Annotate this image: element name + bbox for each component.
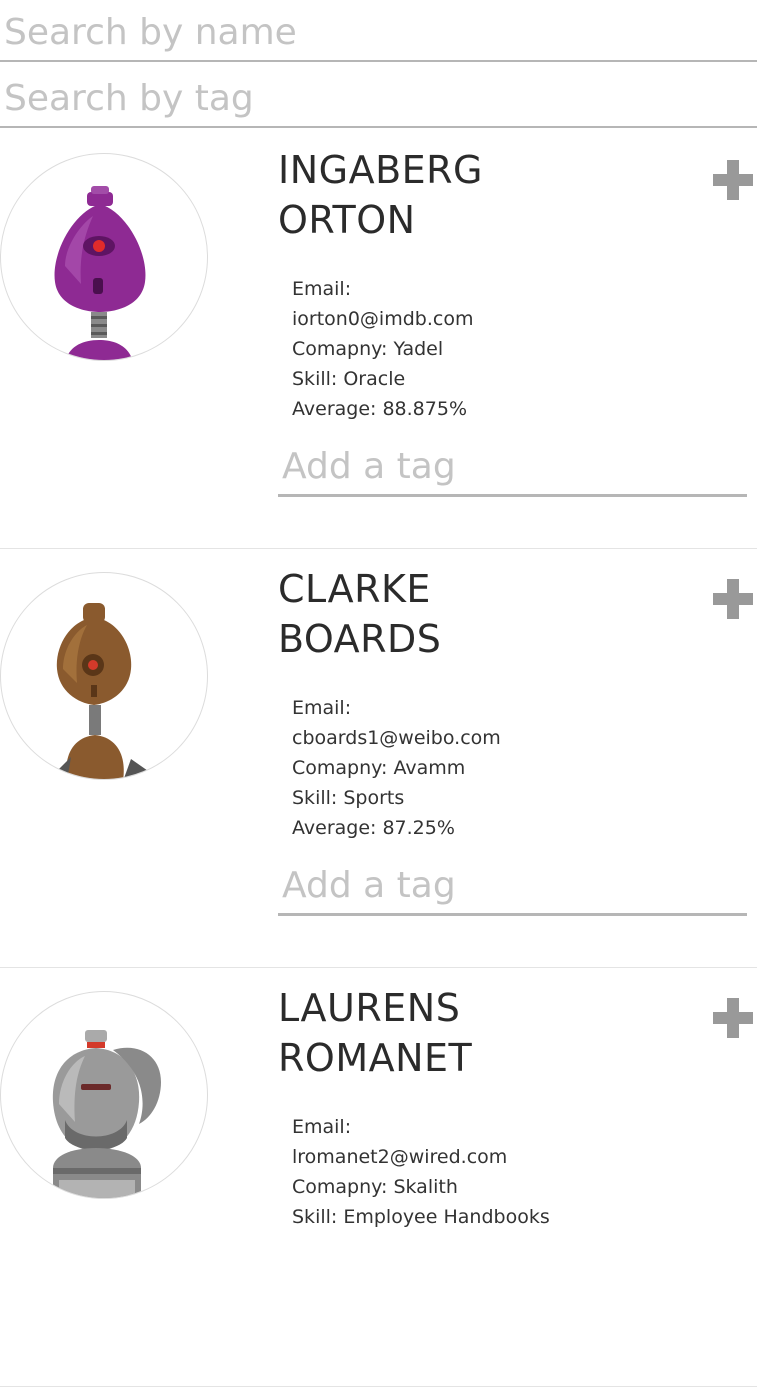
robot-avatar-image bbox=[52, 1030, 161, 1198]
student-details: Email: iorton0@imdb.com Comapny: Yadel S… bbox=[292, 274, 562, 424]
student-card: INGABERG ORTON Email: iorton0@imdb.com C… bbox=[0, 129, 757, 549]
robot-avatar-image bbox=[56, 603, 151, 779]
email-value: iorton0@imdb.com bbox=[292, 308, 474, 330]
email-value: lromanet2@wired.com bbox=[292, 1146, 508, 1168]
avatar bbox=[0, 991, 208, 1199]
search-by-name-input[interactable] bbox=[0, 6, 757, 62]
company-text: Comapny: Skalith bbox=[292, 1176, 458, 1198]
expand-plus-icon[interactable] bbox=[712, 997, 756, 1041]
student-name: CLARKE BOARDS bbox=[278, 564, 608, 664]
last-name: ROMANET bbox=[278, 1036, 473, 1080]
robot-avatar-image bbox=[54, 186, 146, 360]
add-tag-input[interactable] bbox=[278, 858, 747, 916]
student-name: LAURENS ROMANET bbox=[278, 983, 608, 1083]
company-text: Comapny: Avamm bbox=[292, 757, 466, 779]
email-label: Email: bbox=[292, 1116, 352, 1138]
email-value: cboards1@weibo.com bbox=[292, 727, 501, 749]
average-text: Average: 87.25% bbox=[292, 817, 455, 839]
student-name: INGABERG ORTON bbox=[278, 145, 608, 245]
avatar bbox=[0, 153, 208, 361]
last-name: ORTON bbox=[278, 198, 416, 242]
average-text: Average: 88.875% bbox=[292, 398, 467, 420]
first-name: INGABERG bbox=[278, 148, 484, 192]
first-name: CLARKE bbox=[278, 567, 431, 611]
company-text: Comapny: Yadel bbox=[292, 338, 444, 360]
email-label: Email: bbox=[292, 278, 352, 300]
student-details: Email: lromanet2@wired.com Comapny: Skal… bbox=[292, 1112, 562, 1232]
email-label: Email: bbox=[292, 697, 352, 719]
student-card: CLARKE BOARDS Email: cboards1@weibo.com … bbox=[0, 548, 757, 968]
expand-plus-icon[interactable] bbox=[712, 159, 756, 203]
expand-plus-icon[interactable] bbox=[712, 578, 756, 622]
student-details: Email: cboards1@weibo.com Comapny: Avamm… bbox=[292, 693, 562, 843]
skill-text: Skill: Employee Handbooks bbox=[292, 1206, 550, 1228]
student-card: LAURENS ROMANET Email: lromanet2@wired.c… bbox=[0, 967, 757, 1387]
skill-text: Skill: Sports bbox=[292, 787, 405, 809]
search-by-tag-input[interactable] bbox=[0, 72, 757, 128]
first-name: LAURENS bbox=[278, 986, 461, 1030]
last-name: BOARDS bbox=[278, 617, 442, 661]
avatar bbox=[0, 572, 208, 780]
skill-text: Skill: Oracle bbox=[292, 368, 406, 390]
add-tag-input[interactable] bbox=[278, 439, 747, 497]
